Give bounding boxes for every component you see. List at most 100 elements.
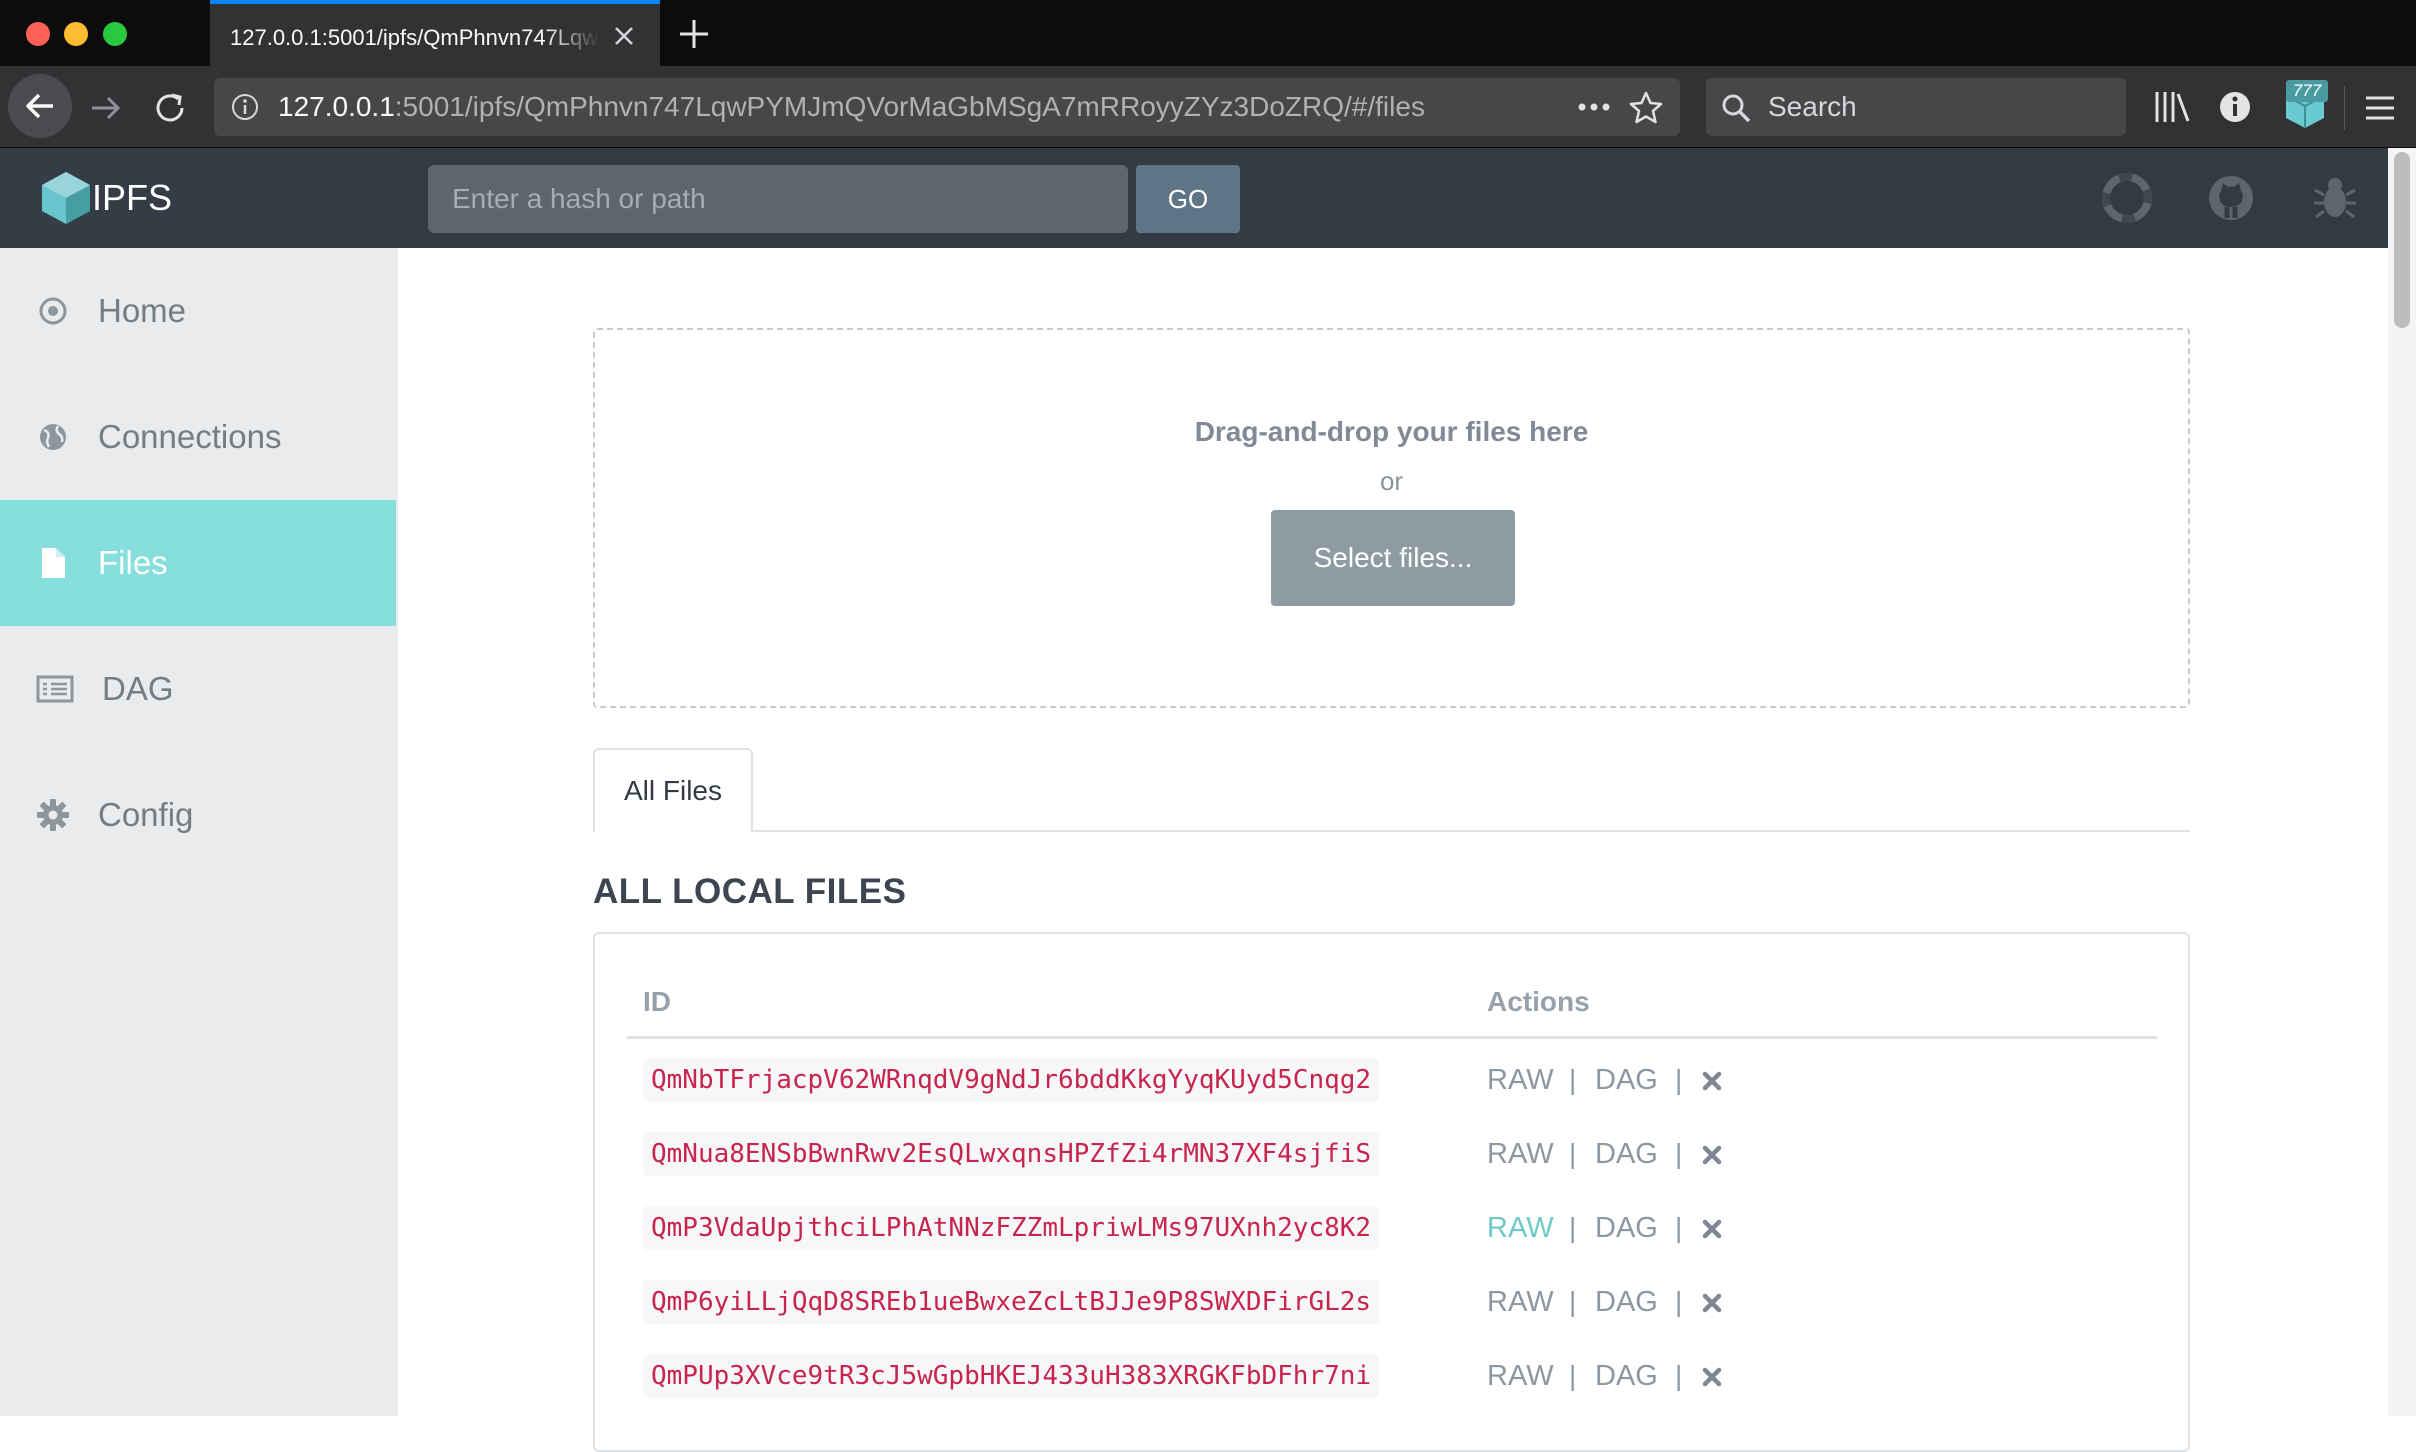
url-host: 127.0.0.1 bbox=[278, 91, 395, 122]
url-path: :5001/ipfs/QmPhnvn747LqwPYMJmQVorMaGbMSg… bbox=[394, 91, 1425, 122]
column-header-id: ID bbox=[643, 986, 671, 1017]
close-window-button[interactable] bbox=[26, 22, 50, 46]
lifebuoy-icon[interactable] bbox=[2102, 173, 2152, 223]
delete-icon[interactable] bbox=[1701, 1070, 1723, 1092]
github-icon[interactable] bbox=[2206, 173, 2256, 223]
target-icon bbox=[39, 297, 67, 325]
tab-title: 127.0.0.1:5001/ipfs/QmPhnvn747Lqw bbox=[230, 25, 599, 50]
file-icon bbox=[42, 548, 65, 578]
delete-icon[interactable] bbox=[1701, 1144, 1723, 1166]
file-hash[interactable]: QmPUp3XVce9tR3cJ5wGpbHKEJ433uH383XRGKFbD… bbox=[643, 1354, 1380, 1398]
browser-tab[interactable]: 127.0.0.1:5001/ipfs/QmPhnvn747Lqw bbox=[210, 0, 660, 66]
file-dropzone[interactable]: Drag-and-drop your files here or Select … bbox=[593, 328, 2190, 708]
delete-icon[interactable] bbox=[1701, 1218, 1723, 1240]
list-icon bbox=[36, 675, 74, 703]
delete-icon[interactable] bbox=[1701, 1366, 1723, 1388]
table-row: QmNbTFrjacpV62WRnqdV9gNdJr6bddKkgYyqKUyd… bbox=[595, 1058, 2188, 1132]
raw-link[interactable]: RAW bbox=[1487, 1058, 1554, 1102]
extension-info-icon[interactable] bbox=[2216, 88, 2254, 126]
page-actions-icon[interactable] bbox=[1574, 92, 1614, 122]
library-icon[interactable] bbox=[2152, 88, 2192, 126]
sidebar-item-label: DAG bbox=[102, 670, 174, 707]
action-separator: | bbox=[1569, 1212, 1577, 1243]
reload-button[interactable] bbox=[150, 88, 190, 128]
dag-link[interactable]: DAG bbox=[1595, 1280, 1658, 1324]
section-title: ALL LOCAL FILES bbox=[593, 872, 907, 911]
close-tab-icon[interactable] bbox=[610, 22, 638, 50]
table-row: QmPUp3XVce9tR3cJ5wGpbHKEJ433uH383XRGKFbD… bbox=[595, 1354, 2188, 1428]
search-placeholder: Search bbox=[1768, 91, 1857, 122]
delete-icon[interactable] bbox=[1701, 1292, 1723, 1314]
action-separator: | bbox=[1675, 1064, 1683, 1095]
file-hash[interactable]: QmNbTFrjacpV62WRnqdV9gNdJr6bddKkgYyqKUyd… bbox=[643, 1058, 1380, 1102]
url-text[interactable]: 127.0.0.1:5001/ipfs/QmPhnvn747LqwPYMJmQV… bbox=[278, 78, 1425, 136]
browser-navbar: 127.0.0.1:5001/ipfs/QmPhnvn747LqwPYMJmQV… bbox=[0, 66, 2416, 148]
action-separator: | bbox=[1569, 1138, 1577, 1169]
toolbar-divider bbox=[2344, 86, 2345, 130]
file-hash[interactable]: QmNua8ENSbBwnRwv2EsQLwxqnsHPZfZi4rMN37XF… bbox=[643, 1132, 1380, 1176]
sidebar-item-dag[interactable]: DAG bbox=[0, 626, 396, 752]
hash-input[interactable] bbox=[428, 165, 1128, 233]
dag-link[interactable]: DAG bbox=[1595, 1206, 1658, 1250]
info-icon[interactable] bbox=[230, 92, 260, 122]
dag-link[interactable]: DAG bbox=[1595, 1354, 1658, 1398]
arrow-left-icon bbox=[26, 93, 53, 119]
dag-link[interactable]: DAG bbox=[1595, 1058, 1658, 1102]
search-icon bbox=[1722, 94, 1751, 123]
raw-link[interactable]: RAW bbox=[1487, 1280, 1554, 1324]
browser-titlebar: 127.0.0.1:5001/ipfs/QmPhnvn747Lqw bbox=[0, 0, 2416, 66]
sidebar-item-files[interactable]: Files bbox=[0, 500, 396, 626]
column-header-actions: Actions bbox=[1487, 986, 1590, 1017]
file-hash[interactable]: QmP6yiLLjQqD8SREb1ueBwxeZcLtBJJe9P8SWXDF… bbox=[643, 1280, 1380, 1324]
go-button[interactable]: GO bbox=[1136, 165, 1240, 233]
raw-link[interactable]: RAW bbox=[1487, 1206, 1554, 1250]
new-tab-icon[interactable] bbox=[676, 16, 712, 52]
action-separator: | bbox=[1569, 1360, 1577, 1391]
sidebar-item-connections[interactable]: Connections bbox=[0, 374, 396, 500]
bug-icon[interactable] bbox=[2310, 173, 2360, 223]
action-separator: | bbox=[1675, 1212, 1683, 1243]
globe-icon bbox=[40, 424, 66, 450]
forward-button[interactable] bbox=[86, 88, 126, 128]
bookmark-star-icon[interactable] bbox=[1628, 90, 1664, 126]
raw-link[interactable]: RAW bbox=[1487, 1132, 1554, 1176]
zoom-window-button[interactable] bbox=[103, 22, 127, 46]
app-header: IPFS GO bbox=[0, 148, 2416, 248]
brand[interactable]: IPFS bbox=[0, 148, 398, 248]
sidebar-item-label: Files bbox=[98, 544, 168, 581]
search-bar[interactable]: Search bbox=[1706, 78, 2126, 136]
action-separator: | bbox=[1675, 1138, 1683, 1169]
raw-link[interactable]: RAW bbox=[1487, 1354, 1554, 1398]
sidebar-item-label: Home bbox=[98, 292, 187, 329]
tabs-divider bbox=[593, 830, 2190, 832]
dropzone-title: Drag-and-drop your files here bbox=[1194, 416, 1589, 447]
extension-badge: 777 bbox=[2286, 80, 2328, 102]
tab-all-files[interactable]: All Files bbox=[593, 748, 753, 832]
brand-name: IPFS bbox=[92, 177, 173, 218]
back-button[interactable] bbox=[8, 74, 72, 138]
sidebar: Home Connections Files DAG Config bbox=[0, 248, 398, 1416]
action-separator: | bbox=[1675, 1360, 1683, 1391]
header-divider bbox=[627, 1036, 2157, 1039]
url-bar[interactable]: 127.0.0.1:5001/ipfs/QmPhnvn747LqwPYMJmQV… bbox=[214, 78, 1680, 136]
files-table: ID Actions QmNbTFrjacpV62WRnqdV9gNdJr6bd… bbox=[593, 932, 2190, 1452]
hamburger-menu-icon[interactable] bbox=[2360, 88, 2400, 128]
sidebar-item-label: Connections bbox=[98, 418, 282, 455]
action-separator: | bbox=[1675, 1286, 1683, 1317]
sidebar-item-label: Config bbox=[98, 796, 194, 833]
scrollbar-track[interactable] bbox=[2388, 148, 2416, 1416]
table-row: QmNua8ENSbBwnRwv2EsQLwxqnsHPZfZi4rMN37XF… bbox=[595, 1132, 2188, 1206]
sidebar-item-config[interactable]: Config bbox=[0, 752, 396, 878]
action-separator: | bbox=[1569, 1286, 1577, 1317]
file-hash[interactable]: QmP3VdaUpjthciLPhAtNNzFZZmLpriwLMs97UXnh… bbox=[643, 1206, 1380, 1250]
table-row: QmP6yiLLjQqD8SREb1ueBwxeZcLtBJJe9P8SWXDF… bbox=[595, 1280, 2188, 1354]
select-files-button[interactable]: Select files... bbox=[1271, 510, 1515, 606]
gear-icon bbox=[37, 799, 69, 831]
sidebar-item-home[interactable]: Home bbox=[0, 248, 396, 374]
dag-link[interactable]: DAG bbox=[1595, 1132, 1658, 1176]
scrollbar-thumb[interactable] bbox=[2394, 152, 2410, 328]
ipfs-logo-icon bbox=[42, 172, 90, 224]
action-separator: | bbox=[1569, 1064, 1577, 1095]
table-row: QmP3VdaUpjthciLPhAtNNzFZZmLpriwLMs97UXnh… bbox=[595, 1206, 2188, 1280]
minimize-window-button[interactable] bbox=[64, 22, 88, 46]
